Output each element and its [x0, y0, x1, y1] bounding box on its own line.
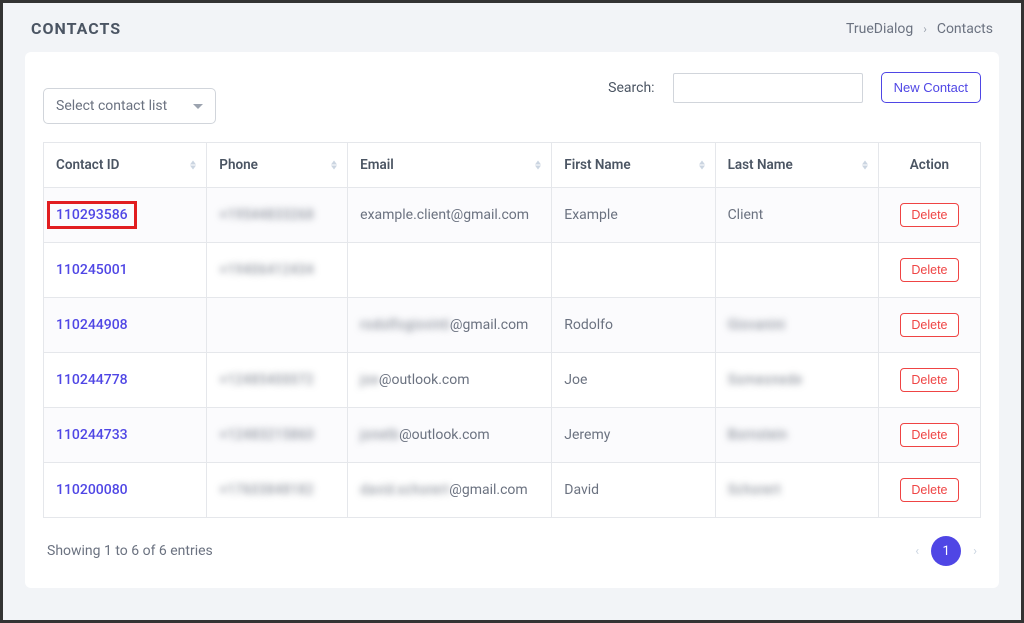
cell-action: Delete [878, 243, 980, 298]
breadcrumb: TrueDialog › Contacts [846, 21, 993, 37]
th-phone[interactable]: Phone [207, 143, 348, 188]
cell-contact-id: 110244733 [44, 408, 207, 463]
cell-action: Delete [878, 188, 980, 243]
cell-last-name: Someonede [715, 353, 878, 408]
contact-id-link[interactable]: 110244733 [56, 427, 128, 443]
cell-action: Delete [878, 353, 980, 408]
page-prev[interactable]: ‹ [915, 544, 919, 559]
pagination: ‹ 1 › [915, 536, 977, 566]
sort-icon [862, 161, 868, 170]
delete-button[interactable]: Delete [900, 203, 958, 227]
cell-email [348, 243, 552, 298]
th-action: Action [878, 143, 980, 188]
cell-email: david.schorert@gmail.com [348, 463, 552, 518]
th-last-name-label: Last Name [728, 157, 793, 173]
contact-id-link[interactable]: 110200080 [56, 482, 128, 498]
cell-first-name: Rodolfo [552, 298, 715, 353]
page-next[interactable]: › [973, 544, 977, 559]
sort-icon [535, 161, 541, 170]
th-phone-label: Phone [219, 157, 258, 173]
caret-down-icon [193, 104, 203, 109]
breadcrumb-root[interactable]: TrueDialog [846, 21, 913, 37]
th-email[interactable]: Email [348, 143, 552, 188]
cell-phone: +12483215860 [207, 408, 348, 463]
th-last-name[interactable]: Last Name [715, 143, 878, 188]
cell-first-name: Jeremy [552, 408, 715, 463]
cell-action: Delete [878, 463, 980, 518]
table-row: 110245001 +19406412434 Delete [44, 243, 981, 298]
table-row: 110244778 +12485400072joe@outlook.comJoeS… [44, 353, 981, 408]
cell-last-name: Giovanini [715, 298, 878, 353]
contacts-card: Select contact list Search: New Contact … [25, 52, 999, 588]
th-contact-id-label: Contact ID [56, 157, 119, 173]
th-first-name[interactable]: First Name [552, 143, 715, 188]
search-input[interactable] [673, 73, 863, 103]
sort-icon [190, 161, 196, 170]
breadcrumb-current: Contacts [937, 21, 993, 37]
cell-contact-id: 110244908 [44, 298, 207, 353]
cell-phone: +12485400072 [207, 353, 348, 408]
th-contact-id[interactable]: Contact ID [44, 143, 207, 188]
cell-first-name: David [552, 463, 715, 518]
table-row: 110293586 +19544833268example.client@gmai… [44, 188, 981, 243]
th-action-label: Action [910, 157, 949, 173]
contacts-table: Contact ID Phone Email First Name [43, 142, 981, 518]
cell-first-name: Joe [552, 353, 715, 408]
cell-first-name: Example [552, 188, 715, 243]
table-row: 110244908 rodolfogiovinti@gmail.comRodolf… [44, 298, 981, 353]
table-row: 110200080 +17603848182david.schorert@gmai… [44, 463, 981, 518]
delete-button[interactable]: Delete [900, 313, 958, 337]
delete-button[interactable]: Delete [900, 423, 958, 447]
cell-email: joe@outlook.com [348, 353, 552, 408]
cell-phone: +17603848182 [207, 463, 348, 518]
cell-phone [207, 298, 348, 353]
cell-action: Delete [878, 408, 980, 463]
contact-list-select[interactable]: Select contact list [43, 88, 216, 124]
th-email-label: Email [360, 157, 394, 173]
cell-email: rodolfogiovinti@gmail.com [348, 298, 552, 353]
cell-action: Delete [878, 298, 980, 353]
cell-email: example.client@gmail.com [348, 188, 552, 243]
cell-email: jonetb@outlook.com [348, 408, 552, 463]
cell-contact-id: 110200080 [44, 463, 207, 518]
cell-last-name [715, 243, 878, 298]
delete-button[interactable]: Delete [900, 258, 958, 282]
cell-contact-id: 110244778 [44, 353, 207, 408]
cell-last-name: Client [715, 188, 878, 243]
cell-phone: +19544833268 [207, 188, 348, 243]
cell-contact-id: 110245001 [44, 243, 207, 298]
entries-text: Showing 1 to 6 of 6 entries [47, 543, 213, 559]
page-number[interactable]: 1 [931, 536, 961, 566]
cell-last-name: Bornstein [715, 408, 878, 463]
contact-list-select-label: Select contact list [56, 98, 167, 114]
th-first-name-label: First Name [564, 157, 630, 173]
contact-id-link[interactable]: 110245001 [56, 262, 128, 278]
new-contact-button[interactable]: New Contact [881, 72, 981, 103]
contact-id-link[interactable]: 110244908 [56, 317, 128, 333]
delete-button[interactable]: Delete [900, 368, 958, 392]
table-row: 110244733 +12483215860jonetb@outlook.comJ… [44, 408, 981, 463]
cell-first-name [552, 243, 715, 298]
cell-phone: +19406412434 [207, 243, 348, 298]
contact-id-link[interactable]: 110244778 [56, 372, 128, 388]
cell-contact-id: 110293586 [44, 188, 207, 243]
sort-icon [331, 161, 337, 170]
contact-id-link[interactable]: 110293586 [47, 201, 137, 229]
cell-last-name: Schorert [715, 463, 878, 518]
page-title: CONTACTS [31, 19, 121, 38]
chevron-right-icon: › [923, 22, 927, 36]
sort-icon [699, 161, 705, 170]
delete-button[interactable]: Delete [900, 478, 958, 502]
search-label: Search: [608, 80, 654, 96]
